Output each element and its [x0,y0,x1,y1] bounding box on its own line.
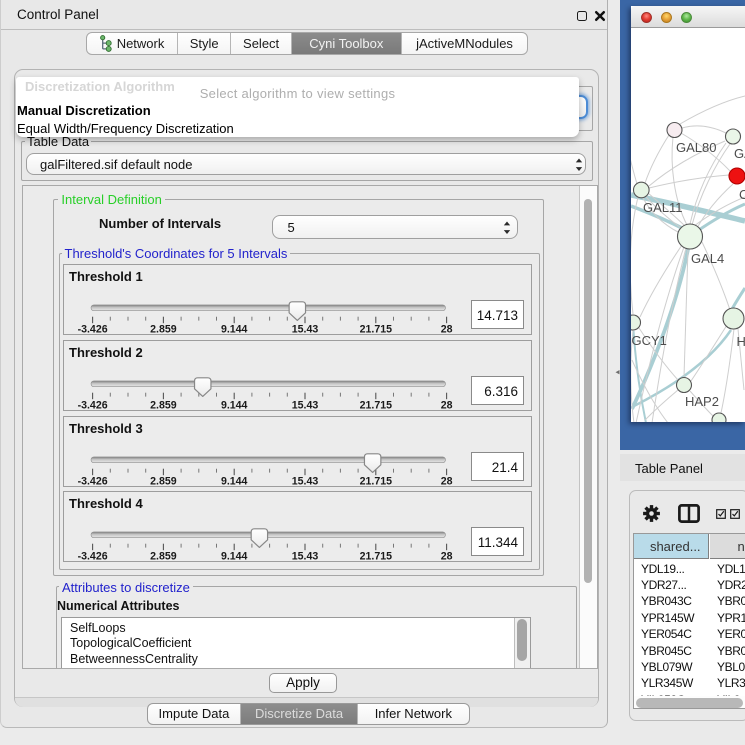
svg-text:HAP2: HAP2 [685,394,719,409]
svg-text:GAL11: GAL11 [643,200,683,215]
svg-text:GCY1: GCY1 [632,333,667,348]
svg-text:GA: GA [734,146,745,161]
svg-text:GAL80: GAL80 [676,140,716,155]
svg-text:C: C [739,187,745,202]
svg-text:GAL4: GAL4 [691,251,724,266]
svg-text:H: H [737,334,745,349]
